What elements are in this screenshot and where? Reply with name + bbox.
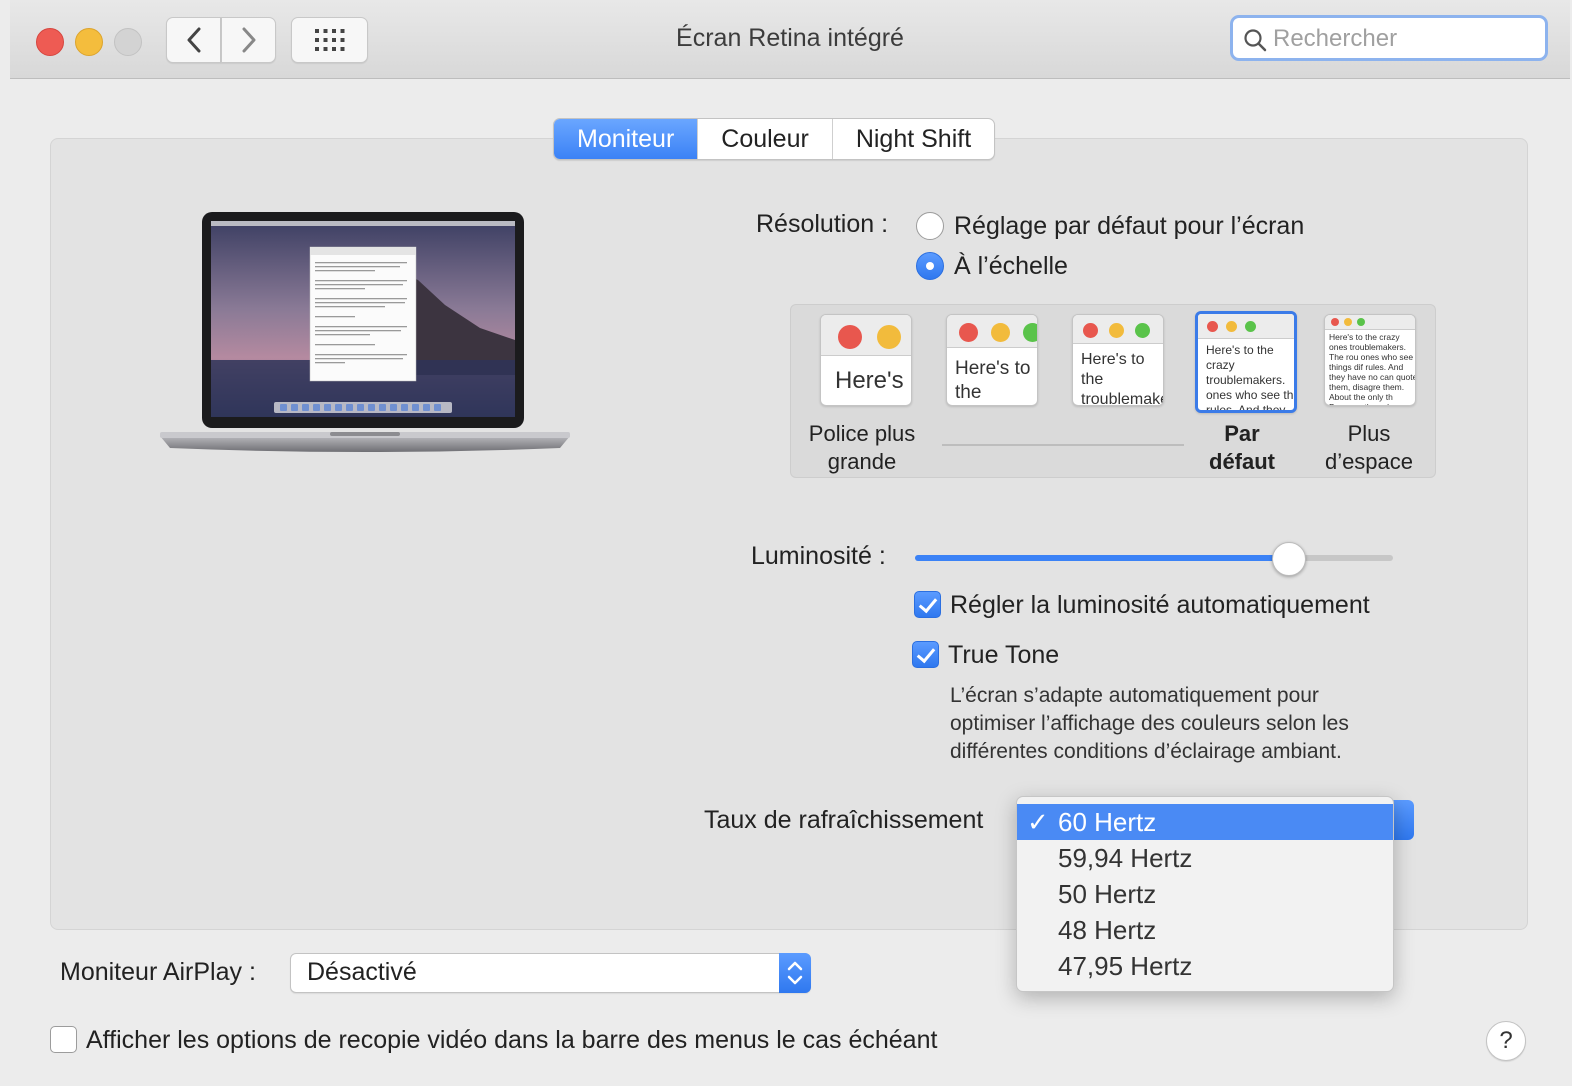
menu-item-50hz[interactable]: 50 Hertz	[1017, 876, 1393, 912]
airplay-label: Moniteur AirPlay :	[60, 958, 256, 986]
scale-label-larger: Police plus grande	[808, 421, 916, 474]
scale-option-larger-text[interactable]: Here's	[820, 314, 912, 406]
tab-bar: Moniteur Couleur Night Shift	[553, 118, 996, 160]
airplay-value: Désactivé	[307, 958, 417, 986]
scale-label-more-space: Plus d’espace	[1324, 421, 1414, 474]
search-input[interactable]	[1271, 24, 1535, 54]
menu-item-60hz[interactable]: ✓ 60 Hertz	[1017, 804, 1393, 840]
scale-option-3[interactable]: Here's to the troublemakers ones who	[1072, 314, 1164, 406]
up-down-chevron-icon	[787, 961, 803, 985]
tab-monitor[interactable]: Moniteur	[554, 119, 699, 159]
scale-option-2[interactable]: Here's to the troublemakers	[946, 314, 1038, 406]
resolution-scaled-label[interactable]: À l’échelle	[954, 252, 1068, 281]
brightness-slider-knob[interactable]	[1271, 542, 1306, 576]
preferences-window: Écran Retina intégré Moniteur Couleur Ni…	[10, 0, 1570, 1086]
menu-item-59-94hz[interactable]: 59,94 Hertz	[1017, 840, 1393, 876]
true-tone-description: L’écran s’adapte automatiquement pour op…	[950, 684, 1349, 763]
scale-divider	[942, 444, 1184, 446]
scale-preview-text: Here's to the crazy ones troublemakers. …	[1329, 332, 1416, 405]
brightness-slider-fill	[915, 555, 1288, 561]
brightness-label: Luminosité :	[751, 542, 886, 570]
airplay-select-arrows[interactable]	[779, 953, 811, 993]
true-tone-checkbox[interactable]	[912, 641, 939, 668]
menu-item-48hz[interactable]: 48 Hertz	[1017, 912, 1393, 948]
airplay-select[interactable]: Désactivé	[290, 953, 811, 993]
laptop-illustration	[160, 210, 570, 460]
tab-night-shift[interactable]: Night Shift	[833, 119, 994, 159]
scale-option-default[interactable]: Here's to the crazy troublemakers. ones …	[1195, 311, 1297, 413]
scale-preview-text: Here's to the crazy troublemakers. ones …	[1206, 343, 1294, 413]
menu-item-47-95hz[interactable]: 47,95 Hertz	[1017, 948, 1393, 984]
auto-brightness-checkbox[interactable]	[914, 591, 941, 618]
resolution-default-radio[interactable]	[916, 212, 944, 240]
search-icon	[1244, 29, 1267, 52]
resolution-scaled-radio[interactable]	[916, 252, 944, 280]
auto-brightness-label[interactable]: Régler la luminosité automatiquement	[950, 591, 1370, 620]
refresh-rate-label: Taux de rafraîchissement	[704, 806, 984, 834]
brightness-slider[interactable]	[915, 555, 1393, 561]
resolution-label: Résolution :	[756, 210, 889, 238]
search-field[interactable]	[1230, 15, 1548, 61]
mirroring-options-checkbox[interactable]	[50, 1026, 77, 1053]
refresh-rate-menu: ✓ 60 Hertz 59,94 Hertz 50 Hertz 48 Hertz…	[1016, 796, 1394, 992]
scale-option-more-space[interactable]: Here's to the crazy ones troublemakers. …	[1324, 314, 1416, 406]
mirroring-options-label[interactable]: Afficher les options de recopie vidéo da…	[86, 1026, 937, 1055]
help-button[interactable]: ?	[1486, 1021, 1526, 1061]
true-tone-label[interactable]: True Tone	[948, 641, 1059, 670]
scale-preview-text: Here's to the troublemakers ones who	[1081, 351, 1163, 406]
title-bar: Écran Retina intégré	[10, 0, 1570, 79]
tab-color[interactable]: Couleur	[698, 119, 833, 159]
scale-label-default: Par défaut	[1209, 421, 1275, 474]
scale-preview-text: Here's	[835, 367, 904, 394]
scale-preview-text: Here's to the troublemakers	[955, 358, 1031, 403]
resolution-default-label[interactable]: Réglage par défaut pour l’écran	[954, 212, 1304, 241]
checkmark-icon: ✓	[1027, 807, 1049, 837]
